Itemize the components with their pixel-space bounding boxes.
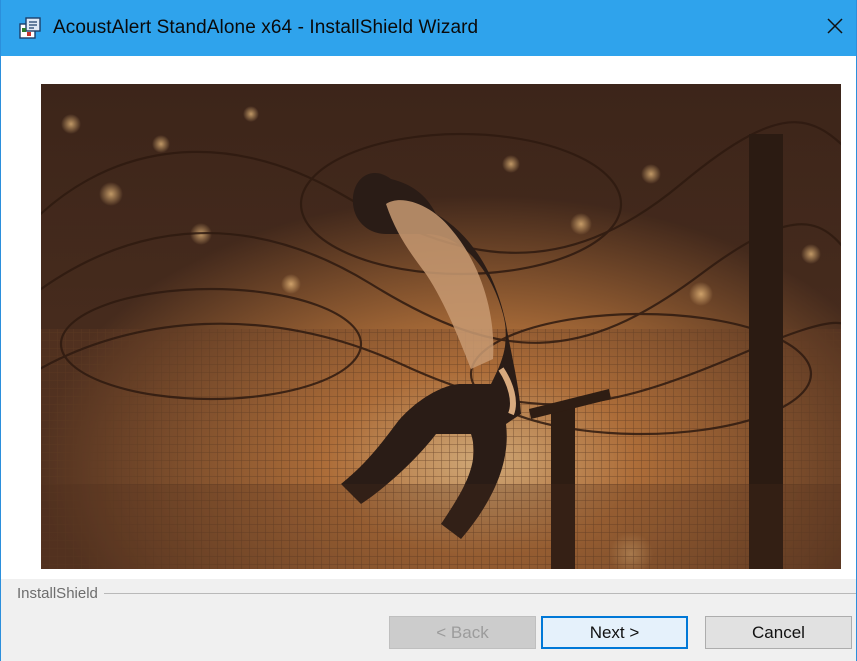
banner-image	[41, 84, 841, 569]
brand-divider	[103, 592, 856, 594]
close-button[interactable]	[812, 0, 856, 56]
title-bar[interactable]: AcoustAlert StandAlone x64 - InstallShie…	[1, 0, 856, 56]
close-icon	[825, 16, 845, 41]
next-button[interactable]: Next >	[541, 616, 688, 649]
wizard-content	[1, 56, 856, 579]
brand-label: InstallShield	[17, 584, 98, 602]
window-title: AcoustAlert StandAlone x64 - InstallShie…	[53, 17, 479, 38]
installer-window: AcoustAlert StandAlone x64 - InstallShie…	[0, 0, 857, 661]
cancel-button[interactable]: Cancel	[705, 616, 852, 649]
back-button[interactable]: < Back	[389, 616, 536, 649]
installshield-branding: InstallShield	[1, 579, 856, 607]
installer-icon	[15, 13, 45, 43]
